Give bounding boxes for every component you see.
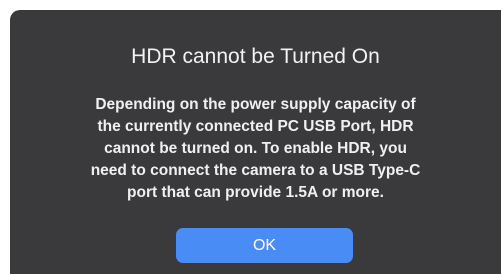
message-line: need to connect the camera to a USB Type…	[90, 162, 421, 179]
message-line: Depending on the power supply capacity o…	[95, 96, 416, 113]
message-line: the currently connected PC USB Port, HDR	[97, 118, 414, 135]
hdr-alert-dialog: HDR cannot be Turned On Depending on the…	[10, 10, 501, 274]
ok-button[interactable]: OK	[176, 228, 353, 263]
message-line: cannot be turned on. To enable HDR, you	[104, 140, 407, 157]
message-line: port that can provide 1.5A or more.	[127, 184, 384, 201]
dialog-title: HDR cannot be Turned On	[131, 45, 380, 68]
dialog-message: Depending on the power supply capacity o…	[50, 94, 461, 204]
